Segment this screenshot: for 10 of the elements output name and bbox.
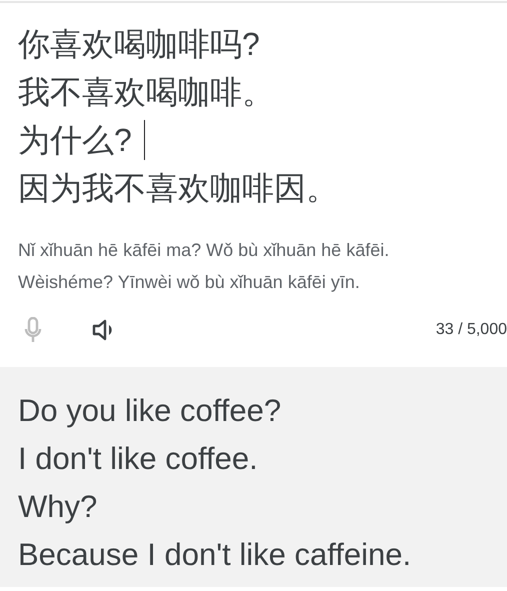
source-text-line: 我不喜欢喝咖啡。: [18, 73, 274, 112]
source-text-line: 你喜欢喝咖啡吗?: [18, 25, 260, 64]
translation-text-line: I don't like coffee.: [18, 440, 259, 478]
romanization-text: Nǐ xǐhuān hē kāfēi ma? Wǒ bù xǐhuān hē kāfēi. Wèishéme? Yīnwèi wǒ bù xǐhuān kāfēi yīn.: [18, 239, 390, 294]
source-text-line: 因为我不喜欢咖啡因。: [18, 169, 338, 208]
source-text-line: 为什么?: [18, 121, 132, 160]
translation-text-line: Why?: [18, 488, 98, 526]
character-count: 33 / 5,000: [436, 321, 507, 339]
translation-text-line: Because I don't like caffeine.: [18, 536, 412, 574]
translation-text-line: Do you like coffee?: [18, 392, 282, 430]
